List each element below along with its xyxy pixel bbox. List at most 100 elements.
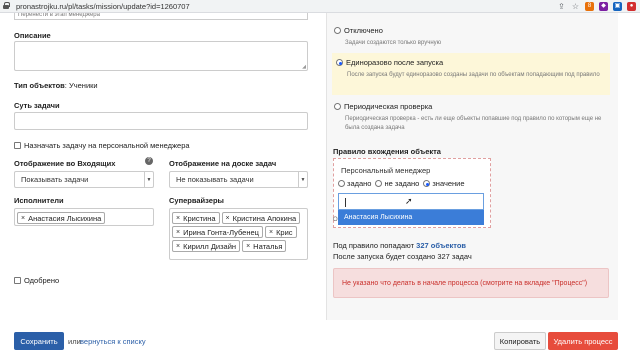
option-once-title: Единоразово после запуска — [346, 58, 444, 67]
stats-objects: Под правило попадают 327 объектов — [333, 241, 466, 250]
remove-tag-icon[interactable]: × — [176, 229, 180, 236]
rule-title: Правило вхождения объекта — [333, 147, 441, 156]
remove-tag-icon[interactable]: × — [176, 243, 180, 250]
executor-tag[interactable]: × Анастасия Лысихина — [17, 212, 106, 224]
object-type-value: : Ученики — [64, 81, 98, 90]
rule-radio-set[interactable] — [338, 180, 345, 187]
browser-address-bar: pronastrojku.ru/pl/tasks/mission/update?… — [0, 0, 640, 13]
remove-tag-icon[interactable]: × — [226, 215, 230, 222]
inbox-display-label: Отображение во Входящих — [14, 159, 116, 168]
copy-button[interactable]: Копировать — [494, 332, 546, 350]
inbox-display-select[interactable]: Показывать задачи ▼ — [14, 171, 154, 188]
stats-objects-prefix: Под правило попадают — [333, 241, 417, 250]
option-disabled-title: Отключено — [344, 26, 383, 35]
mouse-cursor-icon: ➚ — [405, 196, 413, 206]
or-text: или — [68, 337, 81, 346]
object-type-row: Тип объектов: Ученики — [14, 81, 98, 90]
rule-radio-value-label: значение — [432, 179, 465, 188]
task-essence-label: Суть задачи — [14, 101, 60, 110]
approved-checkbox[interactable] — [14, 277, 21, 284]
warning-text: Не указано что делать в начале процесса … — [342, 279, 588, 287]
supervisors-label: Супервайзеры — [169, 196, 224, 205]
warning-box: Не указано что делать в начале процесса … — [333, 268, 609, 298]
rule-radio-group: задано не задано значение — [338, 179, 465, 188]
option-periodic-desc: Периодическая проверка - есть ли еще объ… — [345, 116, 602, 131]
supervisor-name: Наталья — [253, 241, 283, 251]
executors-field[interactable]: × Анастасия Лысихина — [14, 208, 154, 226]
supervisor-tag[interactable]: × Ирина Гонта-Лубенец — [172, 226, 263, 238]
extension-icon-3[interactable]: ▣ — [613, 2, 622, 11]
rule-field-name: Персональный менеджер — [341, 166, 431, 175]
option-periodic-check[interactable]: Периодическая проверка Периодическая про… — [334, 102, 608, 133]
description-label: Описание — [14, 31, 51, 40]
stats-tasks: После запуска будет создано 327 задач — [333, 252, 472, 261]
browser-toolbar-icons: ⇪ ☆ 8 ◆ ▣ ● — [557, 2, 636, 11]
supervisor-tag[interactable]: × Кирилл Дизайн — [172, 240, 241, 252]
extension-icon-2[interactable]: ◆ — [599, 2, 608, 11]
rule-value-search-input[interactable]: ➚ — [338, 193, 484, 210]
description-textarea[interactable]: ◢ — [14, 41, 308, 71]
copy-button-label: Копировать — [499, 336, 541, 346]
option-once-desc: После запуска будут единоразово созданы … — [347, 72, 600, 78]
supervisor-tag[interactable]: × Кристина Апокина — [221, 212, 301, 224]
supervisors-field[interactable]: × Кристина × Кристина Апокина × Ирина Гонта… — [169, 208, 308, 260]
approved-label: Одобрено — [24, 276, 60, 285]
option-periodic-radio[interactable] — [334, 103, 341, 110]
rule-partial-text: О — [333, 217, 338, 223]
board-display-label: Отображение на доске задач — [169, 159, 277, 168]
assign-manager-label: Назначать задачу на персональной менедже… — [24, 141, 190, 150]
resize-handle-icon[interactable]: ◢ — [302, 64, 306, 70]
extension-icon-1[interactable]: 8 — [585, 2, 594, 11]
inbox-display-value: Показывать задачи — [21, 175, 89, 184]
option-disabled-radio[interactable] — [334, 27, 341, 34]
board-display-select[interactable]: Не показывать задачи ▼ — [169, 171, 308, 188]
url-field[interactable]: pronastrojku.ru/pl/tasks/mission/update?… — [16, 2, 190, 11]
approved-row[interactable]: Одобрено — [14, 276, 59, 285]
supervisor-name: Ирина Гонта-Лубенец — [183, 227, 259, 237]
rule-radio-not-set[interactable] — [375, 180, 383, 187]
executors-label: Исполнители — [14, 196, 64, 205]
option-once-after-launch[interactable]: Единоразово после запуска После запуска … — [332, 53, 610, 95]
chevron-down-icon: ▼ — [144, 172, 153, 187]
board-display-value: Не показывать задачи — [176, 175, 254, 184]
extension-icon-4[interactable]: ● — [627, 2, 636, 11]
task-essence-input[interactable] — [14, 112, 308, 130]
supervisor-name: Кристина Апокина — [232, 213, 297, 223]
supervisor-tag[interactable]: × Крис — [264, 226, 297, 238]
text-cursor — [345, 198, 346, 207]
rule-radio-not-set-label: не задано — [384, 179, 420, 188]
delete-process-button[interactable]: Удалить процесс — [548, 332, 618, 350]
assign-manager-checkbox[interactable] — [14, 142, 21, 149]
star-icon[interactable]: ☆ — [571, 2, 580, 11]
executor-name: Анастасия Лысихина — [28, 213, 102, 223]
option-once-radio[interactable] — [336, 59, 343, 66]
lock-icon — [0, 1, 12, 11]
rule-radio-set-label: задано — [347, 179, 372, 188]
back-to-list-link[interactable]: вернуться к списку — [80, 337, 146, 346]
supervisor-name: Кристина — [183, 213, 216, 223]
save-button[interactable]: Сохранить — [14, 332, 64, 350]
top-field-partial[interactable]: Перенести в этап менеджера — [14, 13, 308, 20]
save-button-label: Сохранить — [20, 336, 58, 346]
supervisor-name: Крис — [276, 227, 293, 237]
stats-objects-value: 327 объектов — [416, 241, 467, 250]
help-icon[interactable]: ? — [145, 157, 153, 165]
remove-tag-icon[interactable]: × — [246, 243, 250, 250]
object-type-label: Тип объектов — [14, 81, 65, 90]
remove-tag-icon[interactable]: × — [176, 215, 180, 222]
remove-tag-icon[interactable]: × — [21, 215, 25, 222]
chevron-down-icon: ▼ — [298, 172, 307, 187]
option-disabled-desc: Задачи создаются только вручную — [345, 40, 442, 46]
supervisor-name: Кирилл Дизайн — [183, 241, 237, 251]
remove-tag-icon[interactable]: × — [269, 229, 273, 236]
assign-manager-row[interactable]: Назначать задачу на персональной менедже… — [14, 141, 190, 150]
option-periodic-title: Периодическая проверка — [344, 102, 433, 111]
rule-radio-value[interactable] — [423, 180, 431, 187]
dropdown-option[interactable]: Анастасия Лысихина — [338, 210, 484, 225]
share-icon[interactable]: ⇪ — [557, 2, 566, 11]
supervisor-tag[interactable]: × Кристина — [172, 212, 220, 224]
delete-button-label: Удалить процесс — [553, 336, 613, 346]
dropdown-option-label: Анастасия Лысихина — [344, 214, 413, 221]
supervisor-tag[interactable]: × Наталья — [242, 240, 287, 252]
option-disabled[interactable]: Отключено Задачи создаются только вручну… — [334, 26, 608, 48]
